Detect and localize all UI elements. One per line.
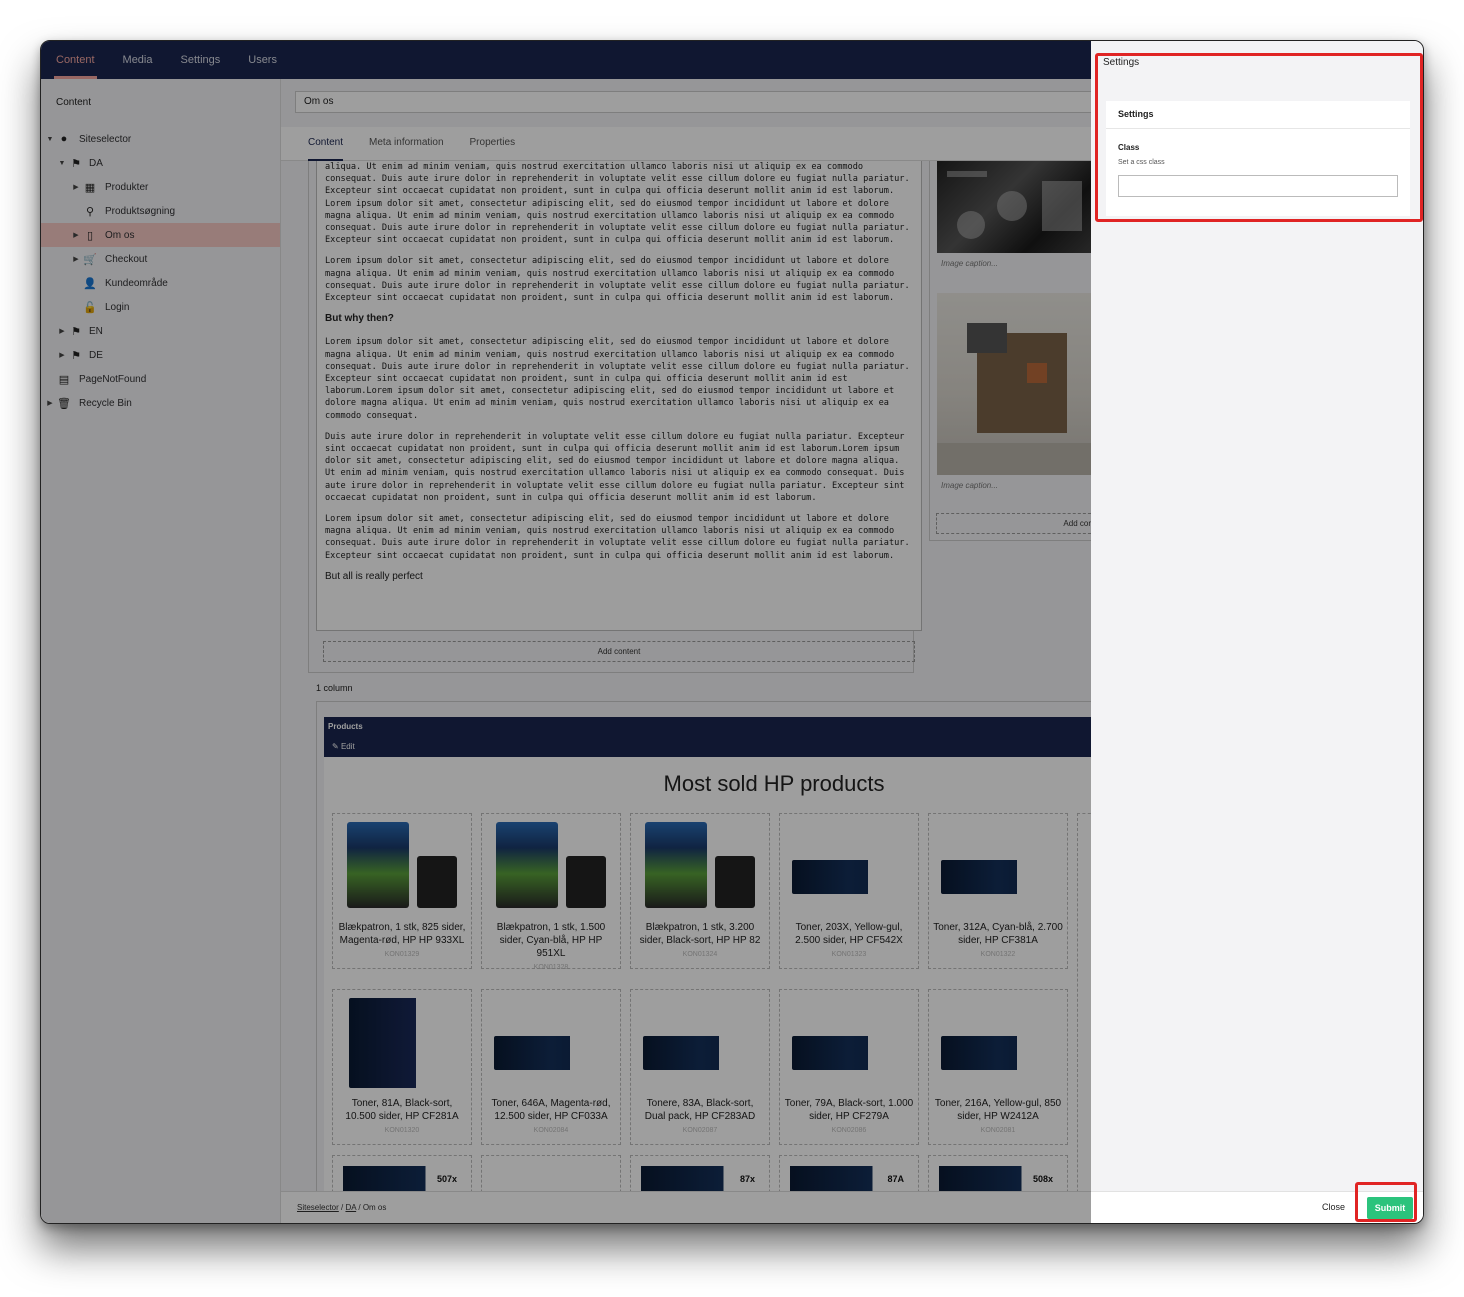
highlight-box xyxy=(1355,1182,1417,1222)
close-button[interactable]: Close xyxy=(1322,1202,1345,1212)
modal-backdrop[interactable] xyxy=(41,41,1091,1223)
highlight-box xyxy=(1095,53,1423,222)
